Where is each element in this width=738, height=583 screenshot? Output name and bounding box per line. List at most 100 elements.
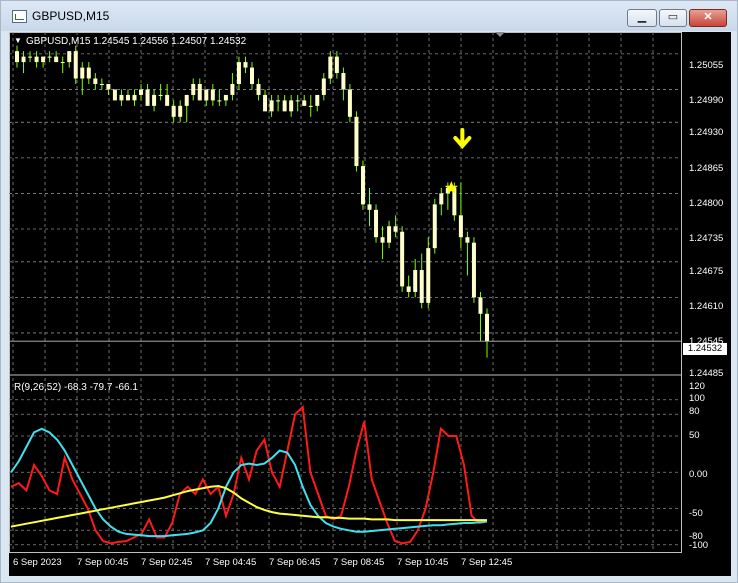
indicator-tick: 50 — [689, 430, 700, 441]
candle-body — [315, 94, 320, 106]
indicator-tick: 100 — [689, 393, 705, 404]
candle-body — [263, 94, 268, 112]
candle-body — [93, 78, 98, 84]
down-arrow-icon — [453, 128, 472, 150]
candle-body — [347, 89, 352, 117]
time-tick: 7 Sep 06:45 — [269, 557, 321, 568]
candle-body — [132, 94, 137, 101]
candle-body — [217, 100, 222, 102]
indicator-tick: -50 — [689, 508, 703, 519]
candle-body — [419, 270, 424, 303]
price-tick: 1.25055 — [689, 60, 724, 71]
candle-body — [282, 100, 287, 112]
candle-body — [165, 94, 170, 106]
candle-body — [106, 83, 111, 90]
candle-body — [321, 78, 326, 95]
candle-body — [302, 100, 307, 106]
candle-body — [354, 116, 359, 167]
price-tick: 1.24990 — [689, 95, 724, 106]
candle-body — [289, 100, 294, 112]
chart-shift-marker — [495, 32, 505, 37]
chart-canvas[interactable] — [9, 32, 731, 576]
price-tick: 1.24610 — [689, 301, 724, 312]
time-tick: 7 Sep 00:45 — [77, 557, 129, 568]
candle-body — [334, 56, 339, 74]
price-tick: 1.24735 — [689, 233, 724, 244]
candle-body — [439, 193, 444, 205]
candle-body — [230, 83, 235, 95]
price-tick: 1.24865 — [689, 163, 724, 174]
close-button[interactable]: ✕ — [689, 9, 727, 27]
candle-body — [178, 105, 183, 117]
plot-frame — [9, 32, 682, 553]
candle-body — [308, 105, 313, 107]
title-bar[interactable]: GBPUSD,M15 ▁ ▭ ✕ — [1, 1, 737, 31]
collapse-icon[interactable]: ▼ — [14, 36, 22, 45]
candle-body — [465, 237, 470, 243]
price-tick: 1.24675 — [689, 266, 724, 277]
time-tick: 7 Sep 12:45 — [461, 557, 513, 568]
candle-body — [112, 89, 117, 101]
candle-body — [80, 67, 85, 79]
candle-body — [15, 51, 19, 63]
candle-body — [413, 270, 418, 292]
indicator-tick: 0.00 — [689, 469, 708, 480]
candle-body — [269, 100, 274, 112]
candle-body — [250, 67, 254, 84]
indicator-header: R(9,26,52) -68.3 -79.7 -66.1 — [14, 382, 138, 393]
indicator-line — [10, 404, 488, 545]
chart-window-icon — [12, 10, 27, 23]
minimize-button[interactable]: ▁ — [627, 9, 657, 27]
candle-body — [54, 56, 59, 63]
time-tick: 7 Sep 04:45 — [205, 557, 257, 568]
terminal-window: GBPUSD,M15 ▁ ▭ ✕ ▼ GBPUSD,M15 1.24545 1.… — [0, 0, 738, 583]
maximize-button[interactable]: ▭ — [659, 9, 687, 27]
candle-body — [210, 89, 215, 101]
candle-body — [380, 237, 385, 243]
candle-body — [360, 166, 365, 205]
candle-body — [400, 231, 405, 287]
candle-body — [28, 56, 33, 58]
current-price-label: 1.24532 — [683, 343, 727, 355]
candle-body — [393, 226, 398, 232]
price-tick: 1.24485 — [689, 368, 724, 379]
candle-body — [295, 100, 300, 102]
candle-body — [478, 297, 483, 314]
candle-body — [21, 56, 26, 63]
candle-body — [485, 313, 489, 342]
candle-body — [145, 89, 150, 106]
chart-header: GBPUSD,M15 1.24545 1.24556 1.24507 1.245… — [26, 36, 247, 47]
candle-body — [367, 204, 372, 210]
candle-body — [197, 83, 202, 101]
candle-body — [243, 62, 248, 68]
candle-body — [86, 67, 91, 79]
candle-body — [374, 209, 379, 238]
time-tick: 7 Sep 02:45 — [141, 557, 193, 568]
candle-body — [432, 204, 437, 249]
candle-body — [125, 94, 130, 101]
indicator-tick: -100 — [689, 540, 709, 551]
candle-body — [152, 94, 157, 106]
time-tick: 7 Sep 10:45 — [397, 557, 449, 568]
candle-body — [60, 62, 65, 64]
candle-body — [47, 56, 52, 58]
indicator-tick: 80 — [689, 406, 700, 417]
indicator-tick: 120 — [689, 381, 705, 392]
indicator-line — [10, 484, 487, 528]
candle-body — [256, 83, 261, 95]
candle-body — [67, 51, 72, 63]
time-tick: 7 Sep 08:45 — [333, 557, 385, 568]
candle-body — [426, 248, 431, 303]
candle-body — [223, 94, 228, 101]
price-tick: 1.24930 — [689, 127, 724, 138]
candle-body — [119, 94, 124, 101]
candle-body — [41, 56, 46, 63]
price-tick: 1.24800 — [689, 198, 724, 209]
candle-body — [276, 100, 281, 102]
candle-body — [236, 62, 241, 84]
candle-body — [204, 89, 209, 101]
candle-body — [34, 56, 39, 63]
candle-body — [458, 215, 463, 238]
candle-body — [471, 242, 476, 298]
chart-area[interactable]: ▼ GBPUSD,M15 1.24545 1.24556 1.24507 1.2… — [9, 32, 731, 576]
